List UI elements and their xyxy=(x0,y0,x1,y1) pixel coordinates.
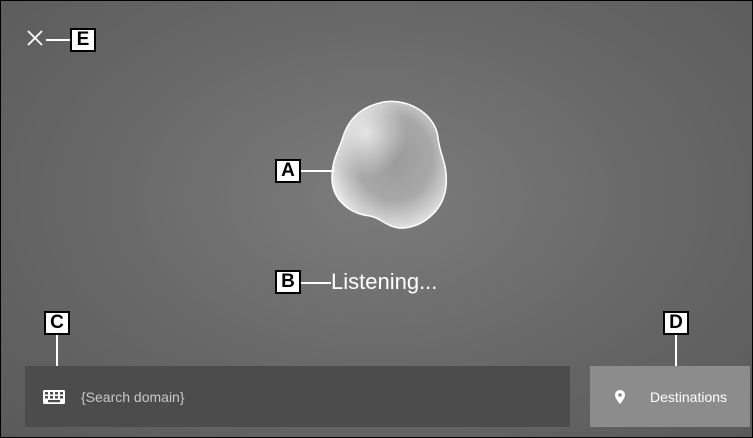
callout-a: A xyxy=(275,159,301,183)
voice-orb xyxy=(331,100,448,229)
callout-a-leader xyxy=(301,170,334,172)
callout-e: E xyxy=(70,28,96,52)
callout-d: D xyxy=(663,311,689,335)
callout-c: C xyxy=(44,311,70,335)
destinations-label: Destinations xyxy=(650,388,728,405)
voice-assistant-screen: E A B Listening... C D {Search domain} D… xyxy=(0,0,753,438)
location-pin-icon xyxy=(615,389,625,404)
close-icon[interactable] xyxy=(25,28,45,48)
listening-status: Listening... xyxy=(331,269,438,294)
callout-e-leader xyxy=(46,39,70,41)
callout-b: B xyxy=(275,270,301,294)
keyboard-icon[interactable] xyxy=(43,389,65,404)
destinations-button[interactable]: Destinations xyxy=(590,366,750,427)
search-placeholder: {Search domain} xyxy=(81,388,185,405)
callout-b-leader xyxy=(301,282,331,284)
search-bar[interactable]: {Search domain} xyxy=(25,366,570,427)
